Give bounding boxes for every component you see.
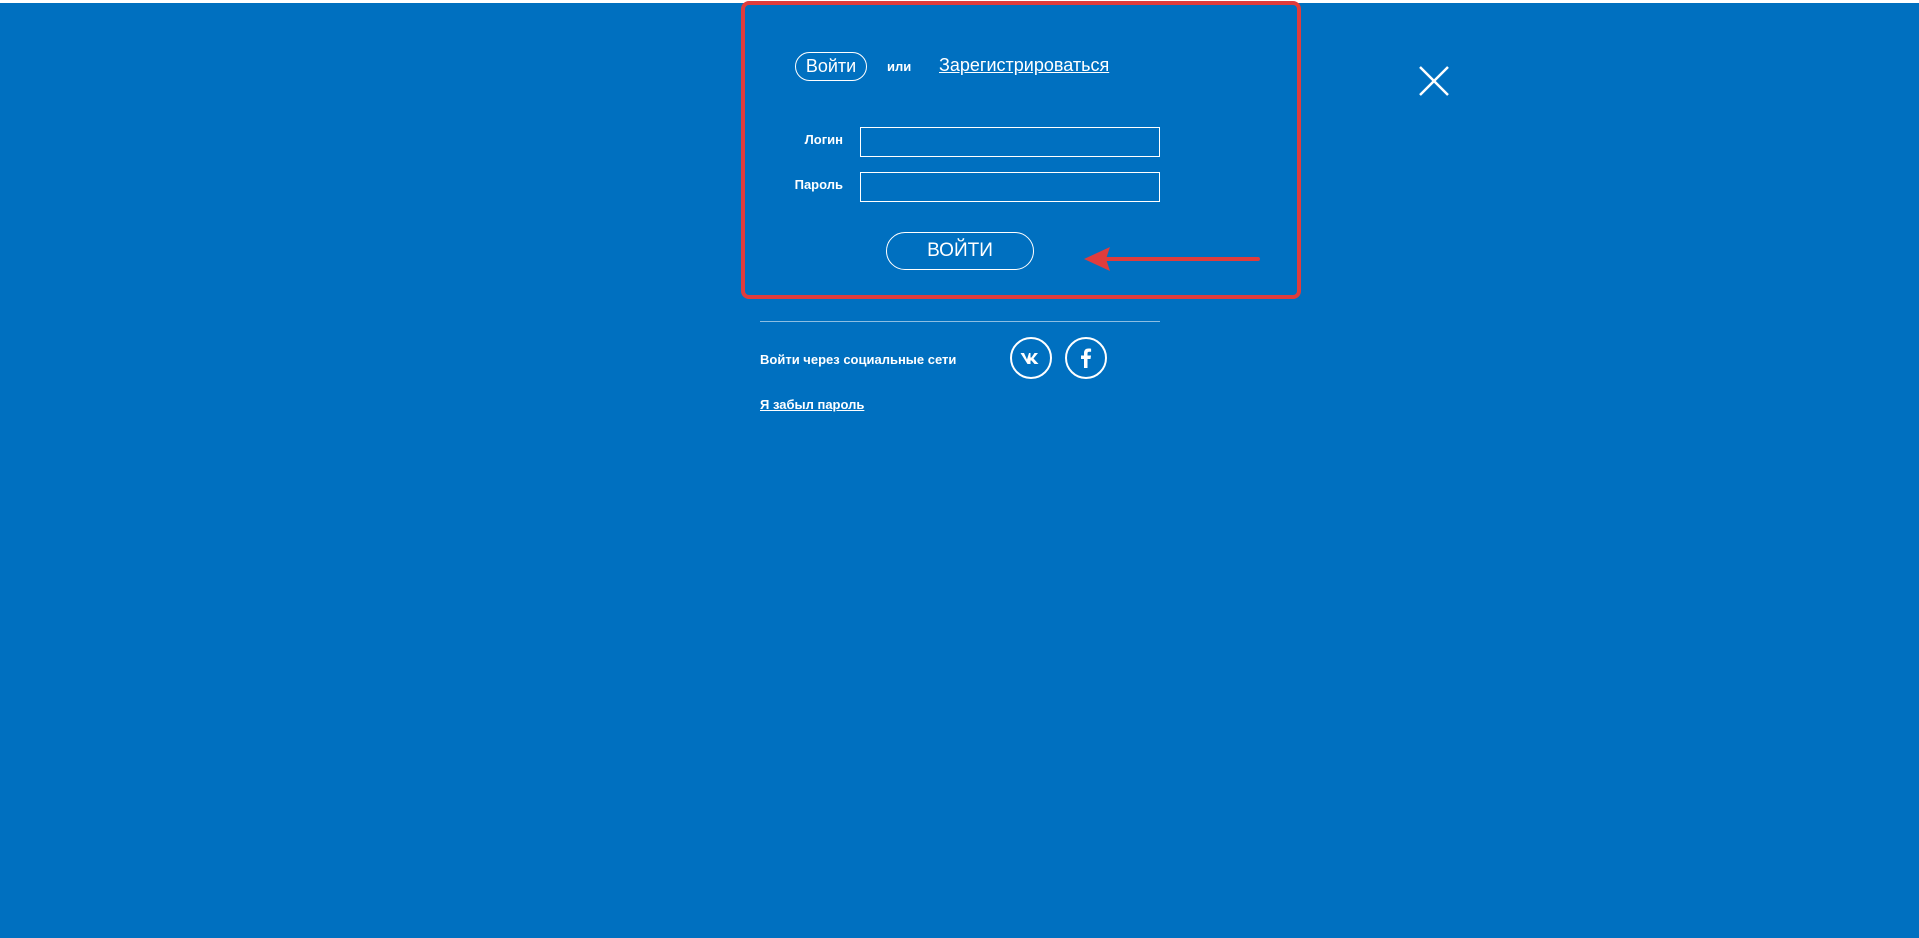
facebook-icon xyxy=(1081,348,1092,368)
divider xyxy=(760,321,1160,322)
facebook-login-button[interactable] xyxy=(1065,337,1107,379)
forgot-password-link[interactable]: Я забыл пароль xyxy=(760,397,864,412)
close-icon[interactable] xyxy=(1418,65,1450,97)
annotation-arrow-icon xyxy=(1084,247,1260,271)
social-login-label: Войти через социальные сети xyxy=(760,352,957,367)
vk-icon xyxy=(1020,353,1039,364)
vk-login-button[interactable] xyxy=(1010,337,1052,379)
